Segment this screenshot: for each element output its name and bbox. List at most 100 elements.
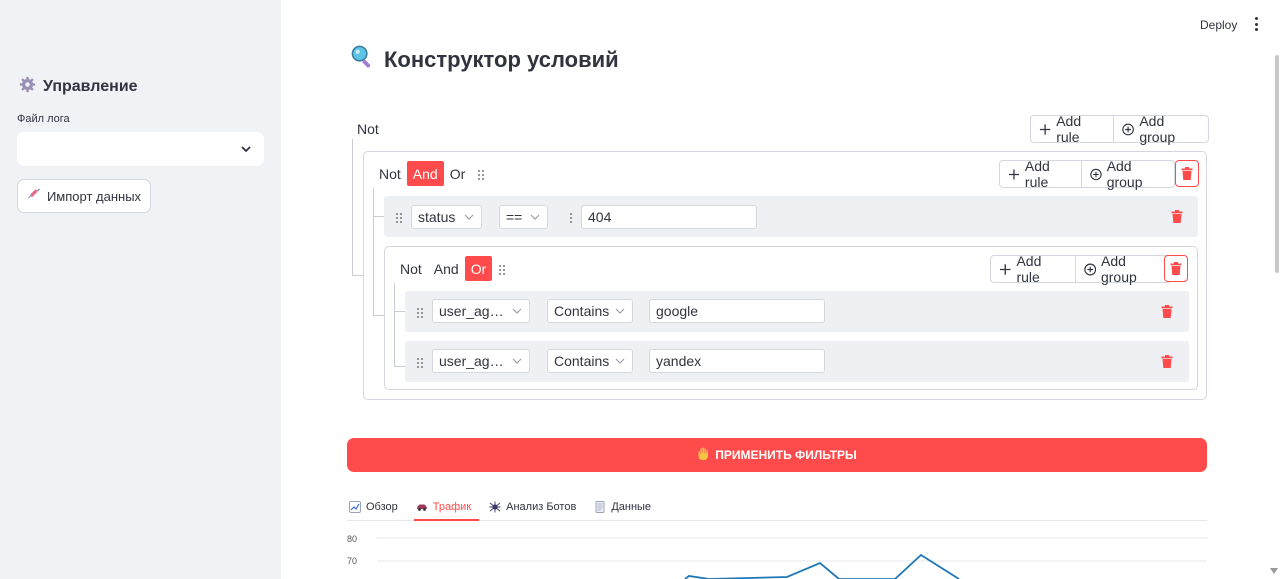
rule-operator-select[interactable]: Contains	[547, 349, 633, 373]
rule-field-value: status	[418, 209, 456, 225]
rule-operator-select[interactable]: Contains	[547, 299, 633, 323]
group-2-or-button[interactable]: Or	[464, 256, 493, 281]
drag-handle-icon[interactable]	[498, 263, 506, 275]
drag-handle-icon[interactable]	[395, 211, 403, 223]
tab-traffic-label: Трафик	[432, 500, 472, 513]
group-2-and-button[interactable]: And	[428, 256, 465, 281]
sidebar: Управление Файл лога Импорт данных	[0, 0, 281, 579]
tree-line	[373, 216, 384, 217]
plus-circle-icon	[1090, 168, 1102, 180]
magnifier-icon	[350, 44, 375, 75]
chart-plot	[377, 537, 1207, 579]
group-2-add-group-button[interactable]: Add group	[1074, 253, 1171, 285]
tab-traffic[interactable]: Трафик	[413, 493, 480, 521]
value-handle-icon	[567, 211, 572, 223]
condition-group-1: Not And Or Add rule Add group status == …	[363, 151, 1207, 400]
sidebar-title: Управление	[19, 76, 138, 98]
car-icon	[416, 504, 427, 511]
root-not-toggle[interactable]: Not	[357, 121, 379, 137]
rule-delete-button[interactable]	[1170, 209, 1184, 223]
traffic-chart: 80 70	[347, 528, 1207, 579]
group-1-not-toggle[interactable]: Not	[373, 161, 407, 186]
group-2-add-group-label: Add group	[1100, 253, 1137, 285]
group-2-not-toggle[interactable]: Not	[394, 256, 428, 281]
document-icon	[595, 500, 605, 513]
group-1-add-rule-label: Add rule	[1024, 158, 1050, 190]
rule-delete-button[interactable]	[1160, 354, 1174, 368]
group-2-combinator: Not And Or	[394, 256, 493, 281]
rule-field-select[interactable]: user_ag…	[432, 299, 530, 323]
page-title-text: Конструктор условий	[384, 46, 619, 72]
apply-filters-label: ПРИМЕНИТЬ ФИЛЬТРЫ	[715, 448, 857, 462]
bug-icon	[489, 501, 501, 512]
tab-bot-analysis[interactable]: Анализ Ботов	[487, 493, 584, 520]
group-1-delete-button[interactable]	[1175, 160, 1199, 187]
import-data-label: Импорт данных	[46, 188, 142, 204]
condition-group-2: Not And Or Add rule Add group user_ag… C…	[384, 246, 1198, 390]
tab-overview-label: Обзор	[366, 500, 398, 513]
rule-field-value: user_ag…	[439, 353, 504, 369]
plus-icon	[1039, 123, 1051, 135]
tree-line	[394, 283, 395, 367]
trash-icon	[1171, 209, 1183, 223]
rule-value-input[interactable]: 404	[581, 205, 757, 229]
tree-line	[394, 366, 405, 367]
root-add-rule-label: Add rule	[1056, 113, 1082, 145]
trash-icon	[1161, 304, 1173, 318]
rule-field-value: user_ag…	[439, 303, 504, 319]
rule-value-input[interactable]: yandex	[649, 349, 825, 373]
rule-row: status == 404	[384, 196, 1198, 237]
rule-operator-value: Contains	[554, 303, 610, 319]
group-2-add-rule-button[interactable]: Add rule	[991, 253, 1075, 285]
chevron-down-icon	[464, 214, 474, 220]
tab-data-label: Данные	[611, 500, 652, 513]
chevron-down-icon	[512, 308, 522, 314]
rule-operator-select[interactable]: ==	[499, 205, 548, 229]
group-1-or-button[interactable]: Or	[444, 161, 472, 186]
chevron-down-icon	[615, 308, 625, 314]
scrollbar[interactable]	[1275, 55, 1279, 273]
deploy-button[interactable]: Deploy	[1200, 18, 1237, 32]
tree-line	[373, 188, 374, 315]
rule-value-input[interactable]: google	[649, 299, 825, 323]
series-line	[684, 553, 960, 579]
group-2-actions: Add rule Add group	[990, 253, 1172, 285]
page-title: Конструктор условий	[350, 44, 619, 75]
tab-data[interactable]: Данные	[592, 493, 659, 520]
root-group-actions: Add rule Add group	[1030, 113, 1209, 145]
group-1-add-rule-button[interactable]: Add rule	[1000, 158, 1081, 190]
rule-field-select[interactable]: status	[411, 205, 482, 229]
trash-icon	[1161, 354, 1173, 368]
chart-icon	[349, 500, 361, 513]
tree-line	[352, 139, 353, 276]
group-1-add-group-label: Add group	[1106, 158, 1143, 190]
sidebar-title-text: Управление	[43, 78, 138, 95]
rule-delete-button[interactable]	[1160, 304, 1174, 318]
rule-field-select[interactable]: user_ag…	[432, 349, 530, 373]
main-menu-icon[interactable]	[1250, 16, 1262, 32]
syringe-icon	[27, 188, 41, 205]
group-1-add-group-button[interactable]: Add group	[1080, 158, 1174, 190]
chevron-down-icon	[615, 358, 625, 364]
file-log-select[interactable]	[17, 132, 264, 166]
drag-handle-icon[interactable]	[416, 306, 424, 318]
plus-icon	[999, 263, 1011, 275]
scroll-down-arrow-icon[interactable]	[1270, 568, 1278, 574]
chevron-down-icon	[512, 358, 522, 364]
group-1-and-button[interactable]: And	[406, 161, 444, 186]
group-2-delete-button[interactable]	[1164, 255, 1188, 282]
rule-operator-value: ==	[506, 209, 523, 225]
plus-icon	[1008, 168, 1020, 180]
import-data-button[interactable]: Импорт данных	[17, 179, 151, 213]
tab-overview[interactable]: Обзор	[347, 493, 406, 520]
root-add-rule-button[interactable]: Add rule	[1031, 113, 1113, 145]
query-builder: Not Add rule Add group Not And Or Add ru…	[347, 108, 1209, 408]
drag-handle-icon[interactable]	[477, 168, 485, 180]
drag-handle-icon[interactable]	[416, 356, 424, 368]
root-add-group-label: Add group	[1139, 113, 1176, 145]
rule-operator-value: Contains	[554, 353, 610, 369]
hand-icon	[697, 447, 709, 463]
root-add-group-button[interactable]: Add group	[1113, 113, 1208, 145]
plus-circle-icon	[1122, 123, 1135, 135]
apply-filters-button[interactable]: ПРИМЕНИТЬ ФИЛЬТРЫ	[347, 438, 1207, 472]
